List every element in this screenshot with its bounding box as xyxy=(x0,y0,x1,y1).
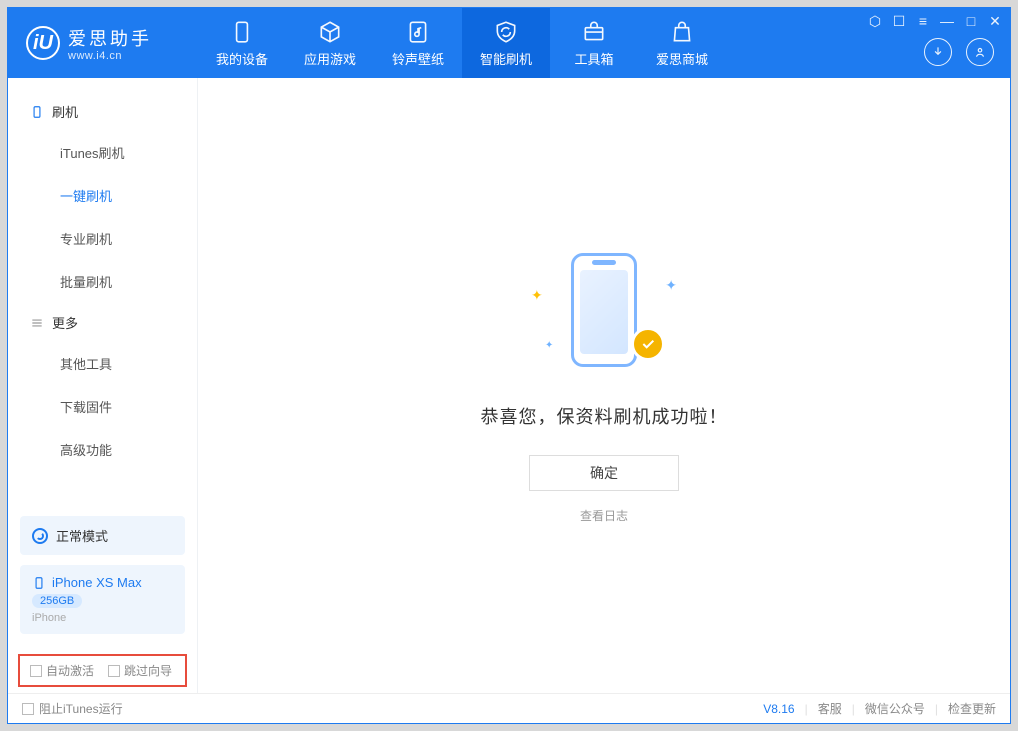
device-type: iPhone xyxy=(32,612,173,624)
separator: | xyxy=(935,702,938,716)
menu-icon[interactable]: ≡ xyxy=(916,14,930,28)
app-site: www.i4.cn xyxy=(68,50,152,62)
auto-activate-checkbox[interactable]: 自动激活 xyxy=(30,662,94,679)
main-tabs: 我的设备 应用游戏 铃声壁纸 智能刷机 工具箱 爱思商城 xyxy=(198,8,726,78)
sidebar-item-oneclick-flash[interactable]: 一键刷机 xyxy=(8,174,197,217)
refresh-shield-icon xyxy=(493,19,519,45)
sidebar-item-other-tools[interactable]: 其他工具 xyxy=(8,342,197,385)
tab-label: 爱思商城 xyxy=(656,49,708,68)
checkbox-icon xyxy=(22,703,34,715)
sparkle-icon: ✦ xyxy=(531,287,543,304)
download-icon[interactable] xyxy=(924,38,952,66)
wechat-link[interactable]: 微信公众号 xyxy=(865,700,925,717)
device-capacity: 256GB xyxy=(32,594,82,608)
device-icon xyxy=(30,105,44,119)
phone-illustration xyxy=(571,253,637,367)
logo: iU 爱思助手 www.i4.cn xyxy=(8,25,198,62)
checkbox-icon xyxy=(108,665,120,677)
main-content: ✦ ✦ ✦ 恭喜您，保资料刷机成功啦！ 确定 查看日志 xyxy=(198,78,1010,693)
device-name: iPhone XS Max xyxy=(52,575,142,590)
sidebar-item-batch-flash[interactable]: 批量刷机 xyxy=(8,260,197,303)
app-window: iU 爱思助手 www.i4.cn 我的设备 应用游戏 铃声壁纸 智能刷机 xyxy=(7,7,1011,724)
check-update-link[interactable]: 检查更新 xyxy=(948,700,996,717)
view-log-link[interactable]: 查看日志 xyxy=(580,507,628,524)
tshirt-icon[interactable]: ⬡ xyxy=(868,14,882,28)
header-actions xyxy=(924,38,994,66)
sidebar-item-download-firmware[interactable]: 下载固件 xyxy=(8,385,197,428)
logo-icon: iU xyxy=(26,26,60,60)
sidebar-section-flash: 刷机 xyxy=(8,92,197,131)
sidebar-bottom: 正常模式 iPhone XS Max 256GB iPhone xyxy=(8,506,197,654)
close-button[interactable]: ✕ xyxy=(988,14,1002,28)
sparkle-icon: ✦ xyxy=(665,277,677,294)
titlebar: iU 爱思助手 www.i4.cn 我的设备 应用游戏 铃声壁纸 智能刷机 xyxy=(8,8,1010,78)
phone-small-icon xyxy=(32,576,46,590)
phone-icon xyxy=(229,19,255,45)
checkmark-badge xyxy=(631,327,665,361)
checkbox-label: 跳过向导 xyxy=(124,662,172,679)
statusbar: 阻止iTunes运行 V8.16 | 客服 | 微信公众号 | 检查更新 xyxy=(8,693,1010,723)
mode-icon xyxy=(32,528,48,544)
separator: | xyxy=(852,702,855,716)
minimize-button[interactable]: ― xyxy=(940,14,954,28)
support-link[interactable]: 客服 xyxy=(818,700,842,717)
music-file-icon xyxy=(405,19,431,45)
checkbox-label: 自动激活 xyxy=(46,662,94,679)
version-label: V8.16 xyxy=(763,702,794,716)
window-controls: ⬡ ☐ ≡ ― □ ✕ xyxy=(868,14,1002,28)
sidebar-item-advanced[interactable]: 高级功能 xyxy=(8,428,197,471)
checkbox-label: 阻止iTunes运行 xyxy=(39,700,123,717)
section-label: 更多 xyxy=(52,313,78,332)
sidebar: 刷机 iTunes刷机 一键刷机 专业刷机 批量刷机 更多 其他工具 下载固件 … xyxy=(8,78,198,693)
tab-label: 铃声壁纸 xyxy=(392,49,444,68)
sidebar-item-itunes-flash[interactable]: iTunes刷机 xyxy=(8,131,197,174)
sidebar-section-more: 更多 xyxy=(8,303,197,342)
device-card[interactable]: iPhone XS Max 256GB iPhone xyxy=(20,565,185,634)
checkbox-icon xyxy=(30,665,42,677)
tab-label: 我的设备 xyxy=(216,49,268,68)
app-name: 爱思助手 xyxy=(68,25,152,51)
maximize-button[interactable]: □ xyxy=(964,14,978,28)
success-illustration: ✦ ✦ ✦ xyxy=(539,247,669,377)
separator: | xyxy=(805,702,808,716)
tab-device[interactable]: 我的设备 xyxy=(198,8,286,78)
feedback-icon[interactable]: ☐ xyxy=(892,14,906,28)
ok-button[interactable]: 确定 xyxy=(529,455,679,491)
sparkle-icon: ✦ xyxy=(545,340,553,351)
flash-options-highlight: 自动激活 跳过向导 xyxy=(18,654,187,687)
sidebar-item-pro-flash[interactable]: 专业刷机 xyxy=(8,217,197,260)
skip-wizard-checkbox[interactable]: 跳过向导 xyxy=(108,662,172,679)
body: 刷机 iTunes刷机 一键刷机 专业刷机 批量刷机 更多 其他工具 下载固件 … xyxy=(8,78,1010,693)
tab-label: 工具箱 xyxy=(574,49,613,68)
block-itunes-checkbox[interactable]: 阻止iTunes运行 xyxy=(22,700,123,717)
mode-label: 正常模式 xyxy=(56,526,108,545)
bag-icon xyxy=(669,19,695,45)
toolbox-icon xyxy=(581,19,607,45)
tab-apps[interactable]: 应用游戏 xyxy=(286,8,374,78)
user-icon[interactable] xyxy=(966,38,994,66)
mode-card[interactable]: 正常模式 xyxy=(20,516,185,555)
list-icon xyxy=(30,316,44,330)
tab-label: 应用游戏 xyxy=(304,49,356,68)
tab-flash[interactable]: 智能刷机 xyxy=(462,8,550,78)
tab-tools[interactable]: 工具箱 xyxy=(550,8,638,78)
tab-ringtone[interactable]: 铃声壁纸 xyxy=(374,8,462,78)
section-label: 刷机 xyxy=(52,102,78,121)
success-message: 恭喜您，保资料刷机成功啦！ xyxy=(481,403,728,429)
tab-mall[interactable]: 爱思商城 xyxy=(638,8,726,78)
cube-icon xyxy=(317,19,343,45)
side-nav: 刷机 iTunes刷机 一键刷机 专业刷机 批量刷机 更多 其他工具 下载固件 … xyxy=(8,78,197,506)
tab-label: 智能刷机 xyxy=(480,49,532,68)
